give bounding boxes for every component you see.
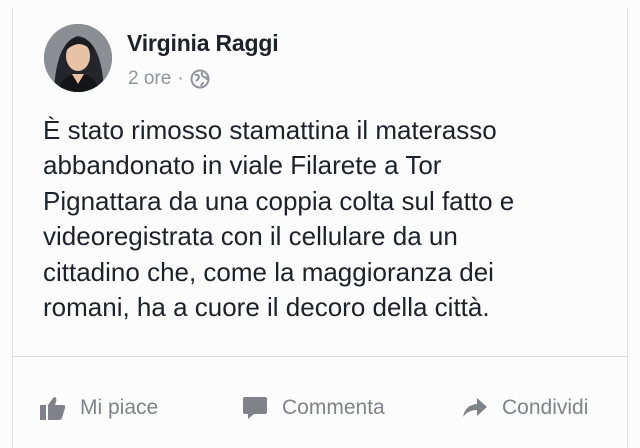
post-line: romani, ha a cuore il decoro della città… <box>43 292 490 323</box>
globe-icon[interactable] <box>190 69 210 89</box>
post-header: Virginia Raggi 2 ore · <box>44 22 604 94</box>
meta-separator: · <box>177 68 184 89</box>
post-line: videoregistrata con il cellulare da un <box>43 221 458 252</box>
post-line: cittadino che, come la maggioranza dei <box>43 256 494 287</box>
thumbs-up-icon <box>40 397 66 420</box>
post-line: abbandonato in viale Filarete a Tor <box>43 150 442 181</box>
actions-divider <box>12 356 628 357</box>
share-button[interactable]: Condividi <box>462 382 588 434</box>
post-actions: Mi piace Commenta Condividi <box>12 382 628 434</box>
post-body: È stato rimosso stamattina il materasso … <box>43 113 603 325</box>
comment-label: Commenta <box>282 396 385 419</box>
post-time[interactable]: 2 ore <box>128 68 171 90</box>
avatar[interactable] <box>44 24 112 92</box>
post-line: È stato rimosso stamattina il materasso <box>43 115 497 145</box>
share-arrow-icon <box>463 398 487 417</box>
post-card: Virginia Raggi 2 ore · È stato rimosso s… <box>0 0 640 448</box>
share-label: Condividi <box>502 396 589 419</box>
like-button[interactable]: Mi piace <box>40 382 158 434</box>
comment-button[interactable]: Commenta <box>242 382 385 434</box>
avatar-photo <box>44 24 112 92</box>
like-label: Mi piace <box>80 396 159 419</box>
post-line: Pignattara da una coppia colta sul fatto… <box>43 185 515 216</box>
author-name[interactable]: Virginia Raggi <box>127 30 279 57</box>
comment-icon <box>243 397 267 419</box>
post-meta: 2 ore · <box>128 68 210 90</box>
